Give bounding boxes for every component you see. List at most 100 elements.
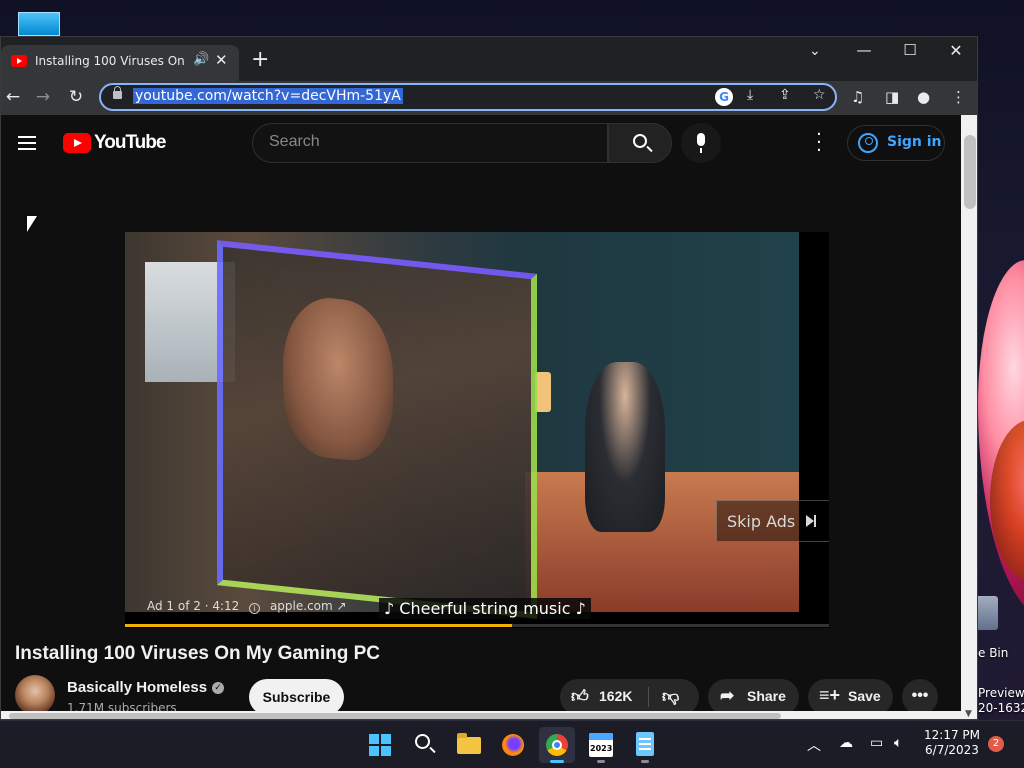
info-icon[interactable]: i: [249, 603, 261, 614]
scene-face: [283, 293, 393, 465]
side-panel-icon[interactable]: ◨: [885, 88, 899, 106]
reload-button[interactable]: ↻: [64, 87, 88, 107]
forward-button[interactable]: →: [31, 87, 55, 107]
share-page-icon[interactable]: ⇪: [779, 87, 791, 103]
scene-lamp: [535, 372, 551, 412]
video-player[interactable]: Skip Ads Ad 1 of 2 · 4:12 i apple.com ↗ …: [125, 232, 829, 628]
chrome-button[interactable]: [539, 727, 575, 763]
recycle-bin-label: e Bin: [978, 646, 1009, 660]
sign-in-button[interactable]: Sign in: [847, 125, 945, 161]
url-text[interactable]: youtube.com/watch?v=decVHm-51yA: [133, 88, 403, 104]
search-button[interactable]: [608, 123, 672, 163]
scene-person: [585, 362, 665, 532]
youtube-play-icon: [63, 133, 91, 153]
calendar-icon-label: 2023: [590, 744, 613, 753]
search-icon: [415, 734, 430, 749]
notification-badge[interactable]: 2: [988, 736, 1004, 752]
microphone-icon: [697, 133, 705, 153]
firefox-icon: [502, 734, 524, 756]
desktop-shortcut-icon[interactable]: [18, 12, 60, 36]
firefox-button[interactable]: [495, 727, 531, 763]
youtube-header: YouTube ··· Sign in: [1, 115, 961, 171]
notepad-button[interactable]: [627, 727, 663, 763]
desktop-file-label-line1: Preview: [978, 686, 1024, 700]
lock-icon[interactable]: [113, 86, 122, 99]
player-letterbox: [799, 232, 829, 628]
chevron-down-icon[interactable]: ⌄: [809, 43, 821, 59]
horizontal-scroll-thumb[interactable]: [9, 713, 781, 719]
verified-icon: ✓: [212, 682, 224, 694]
mouse-cursor: [27, 216, 37, 232]
video-frame[interactable]: [125, 232, 799, 619]
search-box: [252, 123, 608, 163]
folder-icon: [457, 733, 481, 754]
volume-icon[interactable]: 🔈︎: [894, 735, 902, 751]
like-count[interactable]: 162K: [599, 688, 632, 704]
youtube-logo-text: YouTube: [94, 132, 166, 153]
share-button[interactable]: ➦ Share: [708, 679, 799, 715]
running-indicator: [641, 760, 649, 763]
channel-name[interactable]: Basically Homeless: [67, 679, 207, 696]
ad-domain[interactable]: apple.com: [270, 599, 333, 613]
skip-ads-button[interactable]: Skip Ads: [716, 500, 829, 542]
thumbs-down-icon[interactable]: 👎︎: [662, 686, 679, 707]
more-actions-button[interactable]: •••: [902, 679, 938, 715]
vertical-scrollbar[interactable]: ▼: [961, 115, 977, 719]
google-lens-icon[interactable]: G: [715, 88, 733, 106]
desktop-file-label-line2: 20-1632: [978, 701, 1024, 715]
calendar-app-button[interactable]: 2023: [583, 727, 619, 763]
onedrive-cloud-icon[interactable]: ☁: [839, 735, 853, 751]
subscribe-button[interactable]: Subscribe: [249, 679, 344, 715]
bookmark-star-icon[interactable]: ☆: [813, 87, 826, 103]
voice-search-button[interactable]: [681, 123, 721, 163]
scene-floating-screen: [217, 240, 537, 619]
sign-in-label: Sign in: [887, 134, 942, 150]
close-window-button[interactable]: ✕: [933, 41, 977, 60]
tab-title: Installing 100 Viruses On My: [35, 54, 187, 68]
tab-youtube[interactable]: Installing 100 Viruses On My 🔊 ✕: [1, 45, 239, 81]
file-explorer-button[interactable]: [451, 727, 487, 763]
like-dislike-group: 👍︎ 162K 👎︎: [560, 679, 699, 715]
ad-info: Ad 1 of 2 · 4:12 i apple.com ↗: [147, 599, 347, 614]
vertical-scroll-thumb[interactable]: [964, 135, 976, 209]
media-control-icon[interactable]: ♫: [851, 88, 864, 106]
share-arrow-icon: ➦: [720, 686, 735, 705]
install-app-icon[interactable]: ⤓: [747, 87, 753, 103]
back-button[interactable]: ←: [1, 87, 25, 107]
skip-next-icon: [806, 515, 816, 527]
like-divider: [648, 687, 649, 707]
start-button[interactable]: [362, 727, 398, 763]
taskbar-search-button[interactable]: [407, 727, 443, 763]
new-tab-button[interactable]: +: [251, 49, 269, 71]
horizontal-scrollbar[interactable]: [1, 711, 961, 719]
minimize-button[interactable]: —: [841, 41, 887, 59]
maximize-button[interactable]: ☐: [887, 41, 933, 59]
clock-time: 12:17 PM: [924, 728, 980, 742]
show-hidden-icons-chevron-up-icon[interactable]: ︿: [807, 735, 821, 755]
external-link-icon[interactable]: ↗: [337, 599, 347, 613]
close-tab-icon[interactable]: ✕: [215, 51, 228, 69]
save-button[interactable]: ≡+ Save: [808, 679, 893, 715]
notepad-icon: [636, 732, 654, 756]
settings-more-icon[interactable]: · · ·: [811, 126, 827, 160]
browser-toolbar: ← → ↻ youtube.com/watch?v=decVHm-51yA G …: [1, 81, 977, 115]
playlist-add-icon: ≡+: [819, 685, 841, 705]
search-input[interactable]: [269, 133, 589, 151]
speaker-icon[interactable]: 🔊: [193, 52, 209, 67]
skip-ads-label: Skip Ads: [727, 512, 796, 531]
address-bar[interactable]: youtube.com/watch?v=decVHm-51yA G ⤓ ⇪ ☆: [99, 83, 837, 111]
system-clock[interactable]: 12:17 PM 6/7/2023: [918, 728, 986, 758]
progress-bar[interactable]: [125, 624, 829, 627]
channel-avatar[interactable]: [15, 675, 55, 715]
tab-strip: Installing 100 Viruses On My 🔊 ✕ + ⌄ — ☐…: [1, 37, 977, 81]
search-icon: [633, 134, 647, 148]
save-label: Save: [848, 688, 881, 704]
thumbs-up-icon[interactable]: 👍︎: [571, 686, 589, 707]
closed-caption: ♪ Cheerful string music ♪: [379, 598, 591, 619]
profile-icon[interactable]: ●: [917, 88, 930, 106]
desktop-file-preview[interactable]: Preview 20-1632: [978, 686, 1024, 716]
scroll-down-arrow-icon[interactable]: ▼: [965, 709, 972, 719]
network-icon[interactable]: ▭: [870, 735, 883, 751]
hamburger-menu-icon[interactable]: [18, 136, 36, 154]
browser-menu-icon[interactable]: ⋮: [951, 88, 966, 106]
